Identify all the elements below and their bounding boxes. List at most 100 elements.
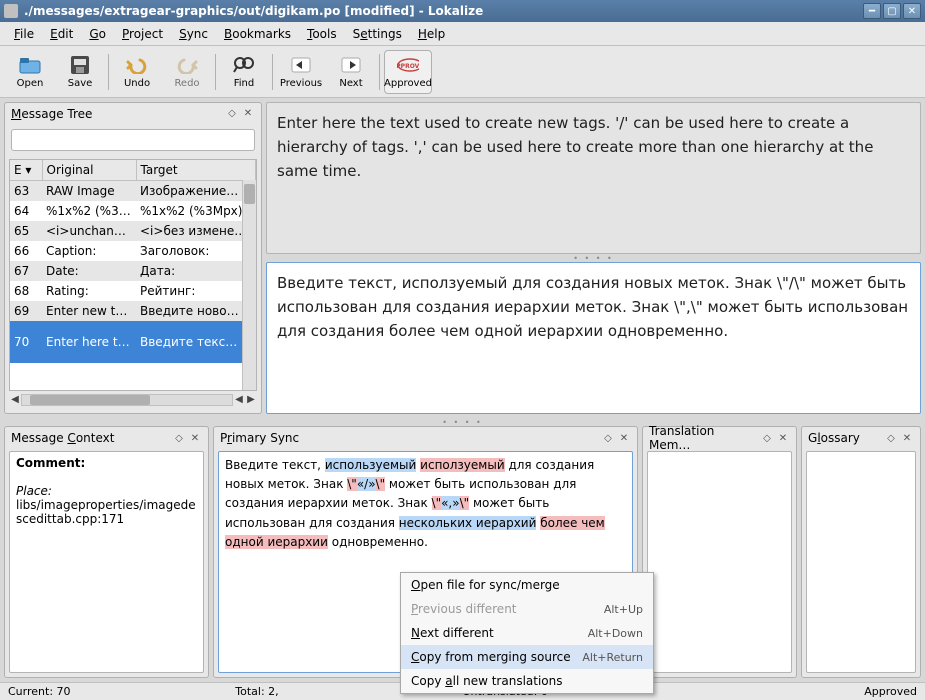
panel-undock-button[interactable]: ◇ <box>172 431 186 445</box>
sort-icon: ▾ <box>25 163 31 177</box>
scroll-right-icon[interactable]: ▶ <box>245 394 257 406</box>
save-button[interactable]: Save <box>56 50 104 94</box>
editor-column: Enter here the text used to create new t… <box>266 102 921 414</box>
panel-close-button[interactable]: ✕ <box>188 431 202 445</box>
panel-close-button[interactable]: ✕ <box>900 431 914 445</box>
table-row[interactable]: 64%1x%2 (%3Mpx)%1x%2 (%3Mpx) <box>10 201 256 221</box>
svg-text:APPROVED: APPROVED <box>397 63 419 70</box>
redo-label: Redo <box>174 78 199 89</box>
primary-sync-header: Primary Sync ◇ ✕ <box>214 427 637 449</box>
place-label: Place: <box>16 484 52 498</box>
panel-close-button[interactable]: ✕ <box>617 431 631 445</box>
horizontal-scrollbar[interactable]: ◀ ◀ ▶ <box>9 393 257 407</box>
status-approved: Approved <box>690 685 917 698</box>
panel-undock-button[interactable]: ◇ <box>884 431 898 445</box>
message-context-header: Message Context ◇ ✕ <box>5 427 208 449</box>
panel-undock-button[interactable]: ◇ <box>601 431 615 445</box>
vertical-scrollbar[interactable] <box>242 180 256 390</box>
undo-icon <box>126 54 148 76</box>
table-row[interactable]: 66Caption:Заголовок: <box>10 241 256 261</box>
message-context-body: Comment: Place: libs/imageproperties/ima… <box>9 451 204 673</box>
find-button[interactable]: Find <box>220 50 268 94</box>
message-tree-title: Message Tree <box>11 107 223 121</box>
menu-file[interactable]: File <box>6 24 42 44</box>
titlebar: ./messages/extragear-graphics/out/digika… <box>0 0 925 22</box>
glossary-header: Glossary ◇ ✕ <box>802 427 920 449</box>
table-row[interactable]: 68Rating:Рейтинг: <box>10 281 256 301</box>
toolbar-separator <box>108 54 109 90</box>
target-text-pane[interactable]: Введите текст, исползуемый для создания … <box>266 262 921 414</box>
top-row: Message Tree ◇ ✕ E ▾ Original Target 6 <box>0 98 925 418</box>
message-tree-header: Message Tree ◇ ✕ <box>5 103 261 125</box>
approved-button[interactable]: APPROVED Approved <box>384 50 432 94</box>
toolbar-separator <box>272 54 273 90</box>
panel-close-button[interactable]: ✕ <box>241 107 255 121</box>
close-button[interactable]: ✕ <box>903 3 921 19</box>
translation-memory-body <box>647 451 792 673</box>
panel-undock-button[interactable]: ◇ <box>760 431 774 445</box>
menu-help[interactable]: Help <box>410 24 453 44</box>
menu-sync[interactable]: Sync <box>171 24 216 44</box>
filter-input[interactable] <box>11 129 255 151</box>
table-row[interactable]: 65<i>unchanged…<i>без измене… <box>10 221 256 241</box>
glossary-panel: Glossary ◇ ✕ <box>801 426 921 678</box>
open-button[interactable]: Open <box>6 50 54 94</box>
menu-settings[interactable]: Settings <box>345 24 410 44</box>
message-tree-table[interactable]: E ▾ Original Target 63RAW ImageИзображен… <box>9 159 257 391</box>
glossary-title: Glossary <box>808 431 882 445</box>
ctxmenu-previous-different: Previous different Alt+Up <box>401 597 653 621</box>
ctxmenu-next-different[interactable]: Next different Alt+Down <box>401 621 653 645</box>
maximize-button[interactable]: ▢ <box>883 3 901 19</box>
ctxmenu-copy-from-merge[interactable]: Copy from merging source Alt+Return <box>401 645 653 669</box>
main-splitter[interactable]: • • • • <box>0 418 925 426</box>
next-label: Next <box>339 78 362 89</box>
col-original[interactable]: Original <box>42 160 136 181</box>
menu-bookmarks[interactable]: Bookmarks <box>216 24 299 44</box>
menu-go[interactable]: Go <box>81 24 114 44</box>
menu-tools[interactable]: Tools <box>299 24 345 44</box>
scroll-left-icon[interactable]: ◀ <box>9 394 21 406</box>
panel-undock-button[interactable]: ◇ <box>225 107 239 121</box>
table-row[interactable]: 70Enter here the …Введите текс… <box>10 321 256 363</box>
translation-memory-panel: Translation Mem… ◇ ✕ <box>642 426 797 678</box>
col-entry[interactable]: E ▾ <box>10 160 42 181</box>
message-context-title: Message Context <box>11 431 170 445</box>
translation-memory-header: Translation Mem… ◇ ✕ <box>643 427 796 449</box>
undo-button[interactable]: Undo <box>113 50 161 94</box>
translation-memory-title: Translation Mem… <box>649 424 758 452</box>
approved-icon: APPROVED <box>397 54 419 76</box>
status-current: Current: 70 <box>8 685 235 698</box>
col-target[interactable]: Target <box>136 160 256 181</box>
redo-icon <box>176 54 198 76</box>
ctxmenu-open-file[interactable]: Open file for sync/merge <box>401 573 653 597</box>
minimize-button[interactable]: ━ <box>863 3 881 19</box>
open-label: Open <box>17 78 44 89</box>
message-tree-panel: Message Tree ◇ ✕ E ▾ Original Target 6 <box>4 102 262 414</box>
toolbar: Open Save Undo Redo Find Previous Next A… <box>0 46 925 98</box>
window-title: ./messages/extragear-graphics/out/digika… <box>24 4 863 18</box>
panel-close-button[interactable]: ✕ <box>776 431 790 445</box>
ctxmenu-copy-all[interactable]: Copy all new translations <box>401 669 653 693</box>
menu-project[interactable]: Project <box>114 24 171 44</box>
app-icon <box>4 4 18 18</box>
context-menu: Open file for sync/merge Previous differ… <box>400 572 654 694</box>
glossary-body <box>806 451 916 673</box>
horizontal-splitter[interactable]: • • • • <box>266 254 921 262</box>
toolbar-separator <box>215 54 216 90</box>
filter-box <box>11 129 255 151</box>
next-button[interactable]: Next <box>327 50 375 94</box>
approved-label: Approved <box>384 78 432 89</box>
table-row[interactable]: 63RAW ImageИзображение… <box>10 180 256 201</box>
toolbar-separator <box>379 54 380 90</box>
previous-icon <box>290 54 312 76</box>
previous-button[interactable]: Previous <box>277 50 325 94</box>
place-value: libs/imageproperties/imagedescedittab.cp… <box>16 498 196 526</box>
table-row[interactable]: 69Enter new tag …Введите ново… <box>10 301 256 321</box>
scroll-right-icon[interactable]: ◀ <box>233 394 245 406</box>
previous-label: Previous <box>280 78 322 89</box>
menu-edit[interactable]: Edit <box>42 24 81 44</box>
open-icon <box>19 54 41 76</box>
comment-label: Comment: <box>16 456 85 470</box>
table-row[interactable]: 67Date:Дата: <box>10 261 256 281</box>
redo-button: Redo <box>163 50 211 94</box>
